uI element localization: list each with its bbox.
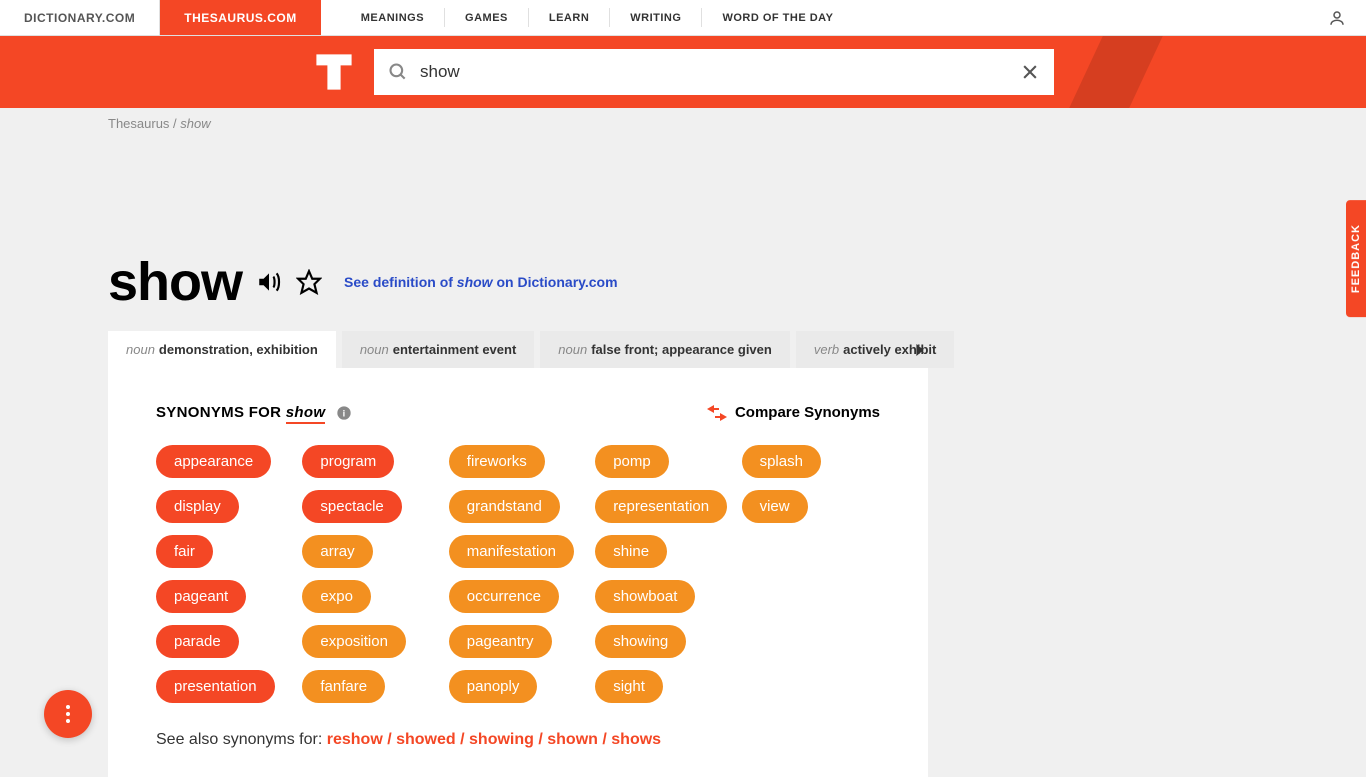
feedback-tab[interactable]: FEEDBACK xyxy=(1346,200,1366,317)
synonym-pill[interactable]: representation xyxy=(595,490,727,523)
synonym-pill[interactable]: showboat xyxy=(595,580,695,613)
top-nav: DICTIONARY.COM THESAURUS.COM MEANINGS GA… xyxy=(0,0,1366,36)
synonym-pill[interactable]: panoply xyxy=(449,670,538,703)
synonym-pill[interactable]: display xyxy=(156,490,239,523)
synonym-pill[interactable]: array xyxy=(302,535,372,568)
see-also-link[interactable]: shows xyxy=(611,731,661,748)
search-bar xyxy=(0,36,1366,108)
synonyms-title: SYNONYMS FOR show i xyxy=(156,404,352,421)
synonym-pill[interactable]: presentation xyxy=(156,670,275,703)
compare-icon xyxy=(707,405,727,421)
headword: show xyxy=(108,251,242,313)
see-also-link[interactable]: reshow xyxy=(327,731,383,748)
synonym-pill[interactable]: sight xyxy=(595,670,663,703)
see-also-link[interactable]: showing xyxy=(469,731,534,748)
tab-sense-1[interactable]: noundemonstration, exhibition xyxy=(108,331,336,368)
star-icon[interactable] xyxy=(296,269,322,295)
svg-text:i: i xyxy=(342,408,345,418)
synonym-pill[interactable]: pomp xyxy=(595,445,669,478)
synonym-pill[interactable]: occurrence xyxy=(449,580,559,613)
nav-link-games[interactable]: GAMES xyxy=(445,0,528,35)
synonym-pill[interactable]: fireworks xyxy=(449,445,545,478)
synonym-pill[interactable]: manifestation xyxy=(449,535,574,568)
definition-link[interactable]: See definition of show on Dictionary.com xyxy=(344,274,618,290)
info-icon[interactable]: i xyxy=(336,405,352,421)
nav-link-wotd[interactable]: WORD OF THE DAY xyxy=(702,0,853,35)
tab-sense-3[interactable]: nounfalse front; appearance given xyxy=(540,331,790,368)
synonym-pill[interactable]: pageant xyxy=(156,580,246,613)
breadcrumb-root[interactable]: Thesaurus xyxy=(108,116,169,131)
synonym-pill[interactable]: parade xyxy=(156,625,239,658)
synonym-pill[interactable]: spectacle xyxy=(302,490,401,523)
tab-sense-2[interactable]: nounentertainment event xyxy=(342,331,534,368)
nav-link-writing[interactable]: WRITING xyxy=(610,0,701,35)
synonym-pill[interactable]: appearance xyxy=(156,445,271,478)
main-content: show See definition of show on Dictionar… xyxy=(108,251,928,777)
more-icon xyxy=(66,705,70,723)
logo-icon xyxy=(312,50,356,94)
synonym-pill[interactable]: splash xyxy=(742,445,821,478)
synonym-pill[interactable]: fair xyxy=(156,535,213,568)
search-icon xyxy=(388,62,408,82)
compare-synonyms-button[interactable]: Compare Synonyms xyxy=(707,404,880,421)
search-box xyxy=(374,49,1054,95)
audio-icon[interactable] xyxy=(256,269,282,295)
word-header: show See definition of show on Dictionar… xyxy=(108,251,928,313)
synonym-pill[interactable]: pageantry xyxy=(449,625,552,658)
fab-button[interactable] xyxy=(44,690,92,738)
tab-sense-4[interactable]: verbactively exhibit xyxy=(796,331,955,368)
synonym-pill[interactable]: program xyxy=(302,445,394,478)
breadcrumb-word: show xyxy=(180,116,210,131)
nav-link-learn[interactable]: LEARN xyxy=(529,0,609,35)
user-icon[interactable] xyxy=(1308,0,1366,35)
see-also-link[interactable]: shown xyxy=(547,731,598,748)
see-also-link[interactable]: showed xyxy=(396,731,456,748)
synonym-pill[interactable]: view xyxy=(742,490,808,523)
synonym-pill[interactable]: shine xyxy=(595,535,667,568)
synonyms-grid: appearance display fair pageant parade presen… xyxy=(156,445,880,703)
nav-site-thesaurus[interactable]: THESAURUS.COM xyxy=(160,0,321,35)
nav-site-dictionary[interactable]: DICTIONARY.COM xyxy=(0,0,160,35)
synonym-pill[interactable]: expo xyxy=(302,580,371,613)
breadcrumb: Thesaurus / show xyxy=(0,108,1366,131)
clear-icon[interactable] xyxy=(1020,62,1040,82)
see-also: See also synonyms for: reshow / showed /… xyxy=(156,731,880,749)
synonyms-header: SYNONYMS FOR show i Compare Synonyms xyxy=(156,404,880,421)
synonym-pill[interactable]: fanfare xyxy=(302,670,385,703)
nav-link-meanings[interactable]: MEANINGS xyxy=(341,0,444,35)
sense-tabs: noundemonstration, exhibition nounentert… xyxy=(108,331,928,368)
search-input[interactable] xyxy=(408,62,1020,82)
tab-scroll-right-icon[interactable] xyxy=(914,344,926,356)
synonyms-panel: SYNONYMS FOR show i Compare Synonyms app… xyxy=(108,368,928,777)
synonym-pill[interactable]: grandstand xyxy=(449,490,560,523)
synonym-pill[interactable]: showing xyxy=(595,625,686,658)
synonym-pill[interactable]: exposition xyxy=(302,625,406,658)
